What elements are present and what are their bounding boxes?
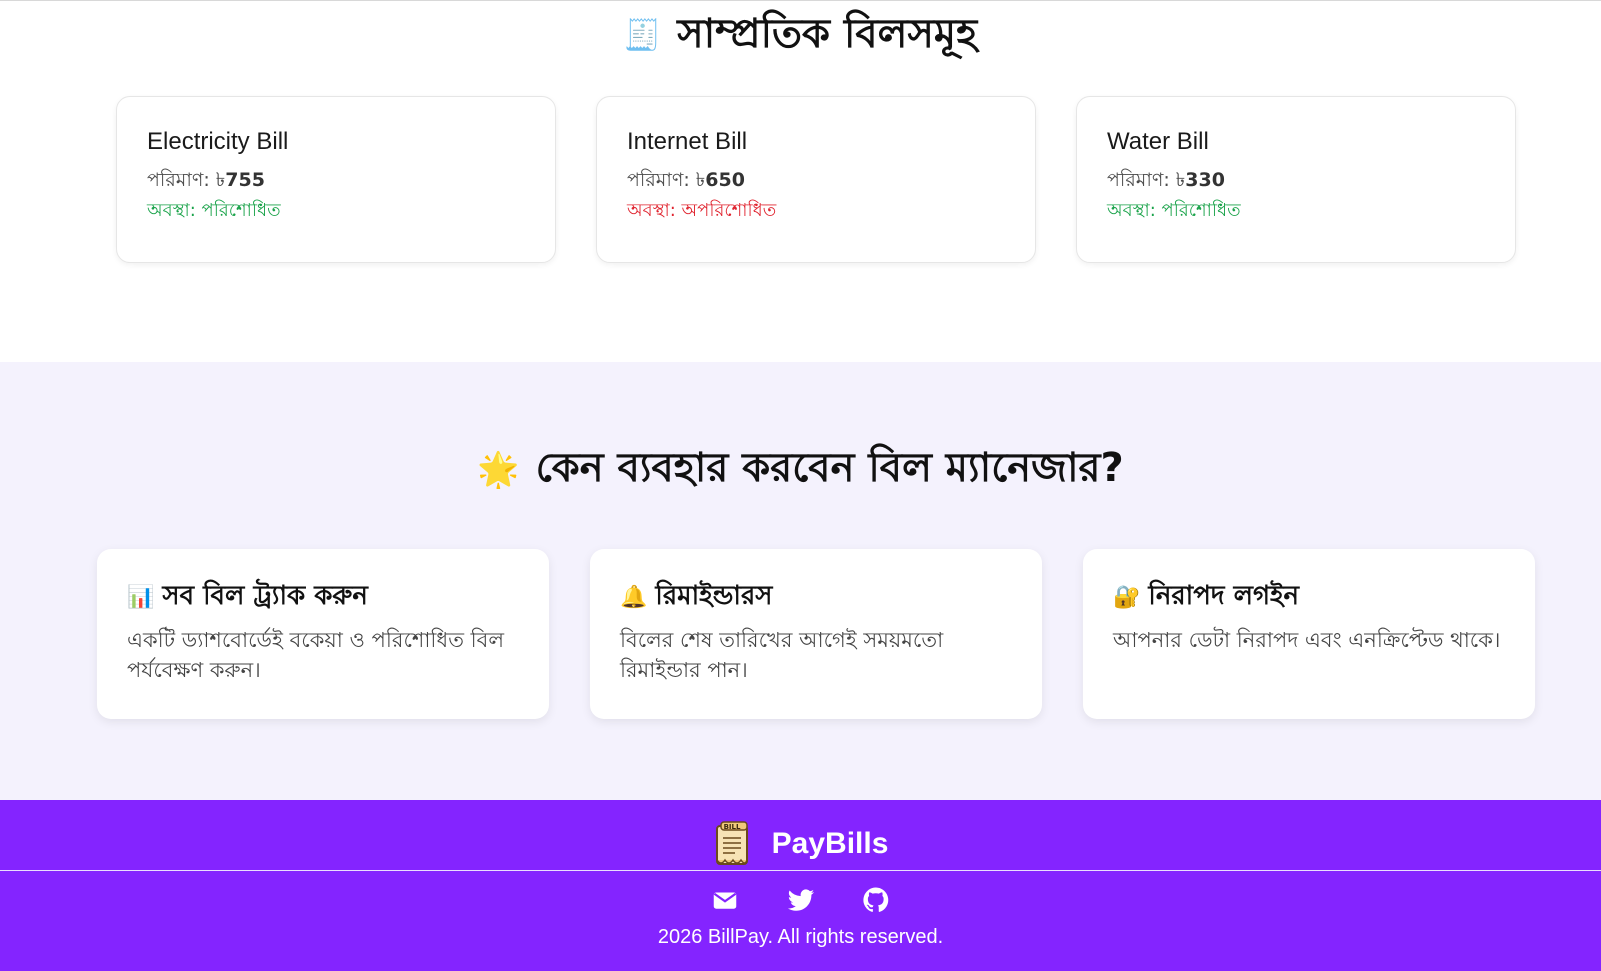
- bill-name: Internet Bill: [627, 128, 748, 155]
- bill-card-water[interactable]: Water Bill পরিমাণ: ৳330 অবস্থা: পরিশোধিত: [1076, 96, 1516, 263]
- bill-logo-icon: BILL: [715, 821, 748, 865]
- logo-text: BILL: [723, 823, 740, 831]
- star-icon: 🌟: [477, 450, 520, 490]
- why-use-section: 🌟 কেন ব্যবহার করবেন বিল ম্যানেজার? 📊 সব বি…: [0, 362, 1601, 800]
- bill-status: অবস্থা: অপরিশোধিত: [627, 200, 777, 221]
- bill-name: Water Bill: [1107, 128, 1209, 155]
- recent-bills-title-text: সাম্প্রতিক বিলসমূহ: [677, 11, 978, 57]
- feature-description: একটি ড্যাশবোর্ডেই বকেয়া ও পরিশোধিত বিল …: [127, 628, 504, 682]
- feature-title: 🔔 রিমাইন্ডারস: [620, 579, 1012, 615]
- bill-name: Electricity Bill: [147, 128, 289, 155]
- footer-divider: [0, 870, 1601, 871]
- feature-description: বিলের শেষ তারিখের আগেই সময়মতো রিমাইন্ডা…: [620, 628, 944, 682]
- feature-card-secure-login: 🔐 নিরাপদ লগইন আপনার ডেটা নিরাপদ এবং এনক্র…: [1083, 549, 1535, 719]
- bill-status: অবস্থা: পরিশোধিত: [1107, 200, 1241, 221]
- receipt-icon: 🧾: [623, 18, 662, 53]
- mail-icon[interactable]: [710, 885, 740, 915]
- github-icon[interactable]: [861, 885, 891, 915]
- feature-card-reminders: 🔔 রিমাইন্ডারস বিলের শেষ তারিখের আগেই সময়…: [590, 549, 1042, 719]
- feature-card-track: 📊 সব বিল ট্র্যাক করুন একটি ড্যাশবোর্ডেই ব…: [97, 549, 549, 719]
- bill-amount-value: 755: [225, 169, 265, 191]
- bar-chart-icon: 📊: [127, 585, 155, 610]
- feature-description: আপনার ডেটা নিরাপদ এবং এনক্রিপ্টেড থাকে।: [1113, 628, 1501, 652]
- social-links: [0, 885, 1601, 915]
- bill-amount: পরিমাণ: ৳650: [627, 167, 1005, 193]
- bill-card-electricity[interactable]: Electricity Bill পরিমাণ: ৳755 অবস্থা: পর…: [116, 96, 556, 263]
- bill-status: অবস্থা: পরিশোধিত: [147, 200, 281, 221]
- why-use-title: 🌟 কেন ব্যবহার করবেন বিল ম্যানেজার?: [0, 440, 1601, 498]
- feature-title-text: নিরাপদ লগইন: [1148, 581, 1300, 611]
- brand-name: PayBills: [771, 827, 889, 860]
- bell-icon: 🔔: [620, 585, 648, 610]
- copyright-text: 2026 BillPay. All rights reserved.: [657, 926, 944, 948]
- top-divider: [0, 0, 1601, 1]
- bill-amount: পরিমাণ: ৳330: [1107, 167, 1485, 193]
- recent-bills-title: 🧾 সাম্প্রতিক বিলসমূহ: [0, 6, 1601, 64]
- bill-amount-label: পরিমাণ: ৳: [1107, 169, 1186, 191]
- feature-title-text: সব বিল ট্র্যাক করুন: [162, 581, 368, 611]
- bill-amount-value: 650: [705, 169, 745, 191]
- feature-title: 📊 সব বিল ট্র্যাক করুন: [127, 579, 519, 615]
- bill-amount-value: 330: [1185, 169, 1225, 191]
- twitter-icon[interactable]: [786, 885, 816, 915]
- bill-card-internet[interactable]: Internet Bill পরিমাণ: ৳650 অবস্থা: অপরিশ…: [596, 96, 1036, 263]
- site-footer: BILL PayBills 2026 BillPay. All rights r…: [0, 800, 1601, 971]
- lock-icon: 🔐: [1113, 585, 1141, 610]
- feature-title-text: রিমাইন্ডারস: [655, 581, 773, 611]
- bill-amount-label: পরিমাণ: ৳: [627, 169, 706, 191]
- feature-title: 🔐 নিরাপদ লগইন: [1113, 579, 1505, 615]
- bill-amount: পরিমাণ: ৳755: [147, 167, 525, 193]
- recent-bills-section: 🧾 সাম্প্রতিক বিলসমূহ Electricity Bill পরি…: [0, 0, 1601, 362]
- why-use-title-text: কেন ব্যবহার করবেন বিল ম্যানেজার?: [535, 445, 1124, 491]
- bill-amount-label: পরিমাণ: ৳: [147, 169, 226, 191]
- footer-brand[interactable]: BILL PayBills: [0, 820, 1601, 870]
